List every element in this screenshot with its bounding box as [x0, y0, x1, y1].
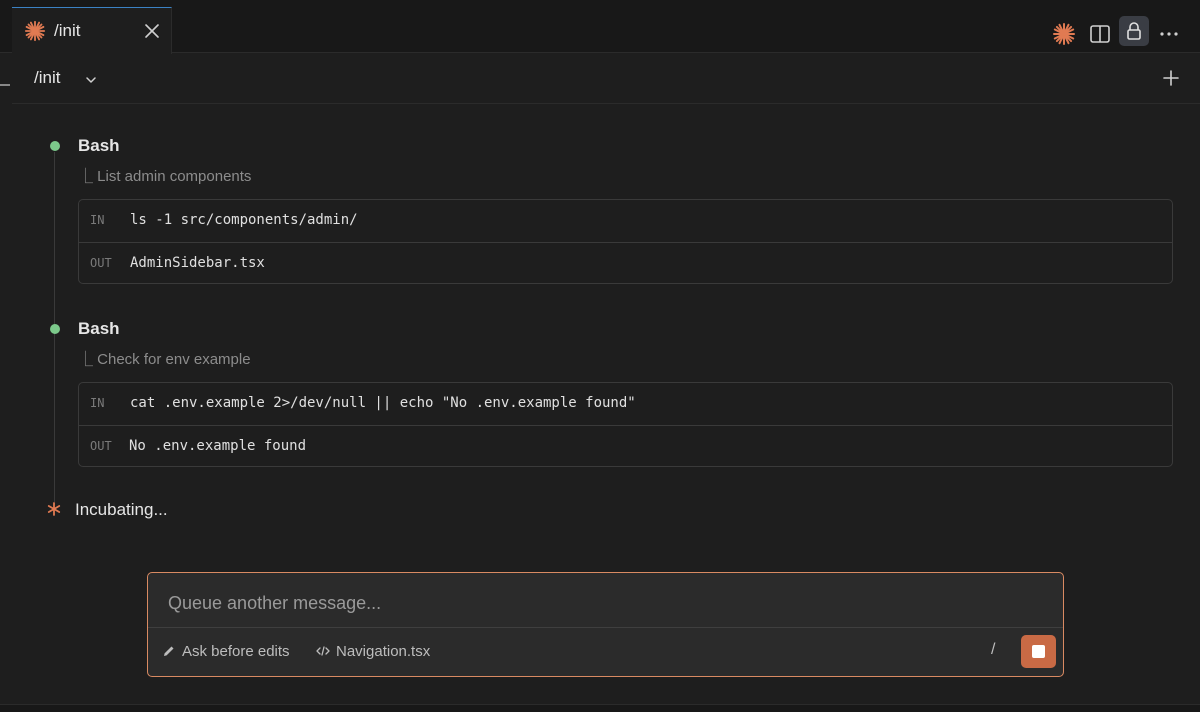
close-icon[interactable] [142, 21, 162, 41]
plus-icon[interactable] [1161, 68, 1181, 88]
message-input[interactable] [166, 589, 1030, 617]
status-text: Incubating... [75, 500, 168, 519]
session-header: /init [12, 54, 1200, 104]
tab-title: /init [54, 21, 81, 40]
asterisk-icon [47, 502, 61, 516]
window-bottom-strip [0, 704, 1200, 712]
status-dot [50, 141, 60, 151]
io-out-label: OUT [90, 256, 112, 270]
window-top-strip [0, 0, 1200, 7]
tool-description: ⎿ Check for env example [78, 351, 251, 368]
pencil-icon [164, 646, 174, 656]
io-out-label: OUT [90, 439, 112, 453]
io-row-in: IN cat .env.example 2>/dev/null || echo … [79, 383, 1172, 425]
io-row-out: OUT No .env.example found [79, 425, 1172, 468]
lock-button[interactable] [1119, 16, 1149, 46]
tool-io-box: IN ls -1 src/components/admin/ OUT Admin… [78, 199, 1173, 284]
split-editor-icon[interactable] [1088, 22, 1112, 46]
tool-io-box: IN cat .env.example 2>/dev/null || echo … [78, 382, 1173, 467]
io-in-label: IN [90, 396, 105, 410]
lock-icon [1127, 22, 1141, 40]
context-file-button[interactable]: Navigation.tsx [316, 641, 430, 661]
code-icon [316, 646, 330, 656]
io-row-in: IN ls -1 src/components/admin/ [79, 200, 1172, 242]
message-composer: Ask before edits Navigation.tsx / [147, 572, 1064, 677]
slash-command-button[interactable]: / [991, 641, 995, 659]
tool-description: ⎿ List admin components [78, 168, 252, 185]
tool-name: Bash [78, 136, 120, 155]
edit-mode-button[interactable]: Ask before edits [162, 641, 290, 661]
io-in-label: IN [90, 213, 105, 227]
stop-icon [1032, 645, 1045, 658]
tab-bar: /init [0, 7, 1200, 54]
stop-button[interactable] [1021, 635, 1056, 668]
io-in-text: cat .env.example 2>/dev/null || echo "No… [130, 395, 636, 411]
edit-mode-label: Ask before edits [182, 642, 290, 660]
claude-spark-icon [24, 20, 46, 42]
status-dot [50, 324, 60, 334]
composer-divider [148, 627, 1063, 628]
claude-spark-icon[interactable] [1052, 22, 1076, 46]
chevron-down-icon[interactable] [84, 73, 98, 87]
tool-name: Bash [78, 319, 120, 338]
sidebar-edge-marker [0, 84, 10, 86]
more-icon[interactable] [1157, 22, 1181, 46]
tab-init[interactable]: /init [12, 7, 172, 54]
context-file-label: Navigation.tsx [336, 642, 431, 660]
io-in-text: ls -1 src/components/admin/ [130, 212, 358, 228]
session-title[interactable]: /init [34, 68, 60, 88]
io-row-out: OUT AdminSidebar.tsx [79, 242, 1172, 285]
io-out-text: No .env.example found [129, 438, 307, 454]
io-out-text: AdminSidebar.tsx [130, 255, 265, 271]
